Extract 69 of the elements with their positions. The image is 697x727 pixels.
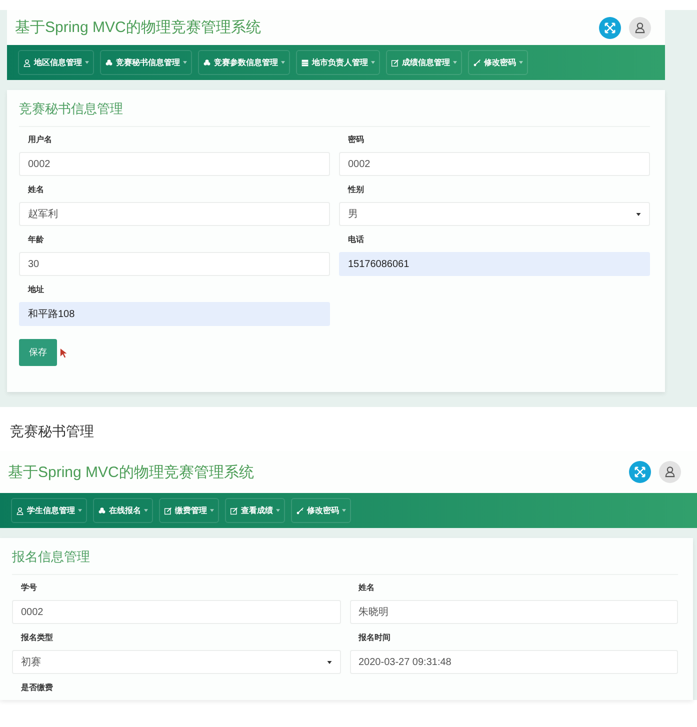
field-label: 密码 [347, 134, 365, 146]
nav-menu-button[interactable]: 成绩信息管理 [386, 50, 462, 75]
nav-menu-button[interactable]: 查看成绩 [225, 498, 285, 523]
flower-icon [105, 58, 113, 66]
nav-menu-button[interactable]: 地区信息管理 [18, 50, 94, 75]
select-field[interactable]: 初赛 [12, 650, 340, 674]
nav-menu-button[interactable]: 缴费管理 [159, 498, 219, 523]
select-field[interactable]: 男 [339, 202, 650, 226]
edit-icon [230, 506, 238, 514]
caret-icon [281, 61, 285, 64]
cursor-icon [59, 346, 68, 358]
input-field[interactable]: 和平路108 [19, 302, 330, 326]
caret-icon [78, 509, 82, 512]
card-title: 报名信息管理 [12, 548, 678, 575]
nav-menu-button[interactable]: 竞赛参数信息管理 [198, 50, 290, 75]
fullscreen-icon[interactable] [599, 16, 621, 38]
field-label: 学号 [20, 582, 38, 594]
field-label: 电话 [347, 234, 365, 246]
key-icon [473, 58, 481, 66]
edit-icon [164, 506, 172, 514]
user-icon[interactable] [629, 16, 651, 38]
table-icon [301, 58, 309, 66]
caret-icon [210, 509, 214, 512]
field-label: 报名类型 [20, 632, 54, 644]
caret-icon [453, 61, 457, 64]
nav-menu-button[interactable]: 在线报名 [93, 498, 153, 523]
nav-menu-button[interactable]: 修改密码 [291, 498, 351, 523]
caret-icon [519, 61, 523, 64]
app-title: 基于Spring MVC的物理竞赛管理系统 [8, 462, 254, 482]
user-icon [16, 506, 24, 514]
caret-icon [342, 509, 346, 512]
nav-menu-button[interactable]: 地市负责人管理 [296, 50, 380, 75]
nav-menu-button[interactable]: 修改密码 [468, 50, 528, 75]
input-field[interactable]: 0002 [19, 152, 330, 176]
field-label: 姓名 [26, 184, 45, 196]
field-label: 年龄 [27, 234, 45, 246]
input-field[interactable]: 赵军利 [19, 202, 330, 226]
key-icon [296, 506, 304, 514]
caret-icon [276, 509, 280, 512]
edit-icon [391, 58, 399, 66]
field-label: 性别 [346, 184, 365, 196]
flower-icon [98, 506, 106, 514]
field-label: 用户名 [27, 134, 53, 146]
caret-icon [85, 61, 89, 64]
nav-menu-button[interactable]: 竞赛秘书信息管理 [100, 50, 192, 75]
field-label: 报名时间 [357, 632, 392, 644]
user-icon[interactable] [659, 461, 681, 483]
caret-icon [183, 61, 187, 64]
flower-icon [203, 58, 211, 66]
caret-icon [636, 212, 641, 216]
card-title: 竞赛秘书信息管理 [19, 100, 650, 127]
input-field[interactable]: 30 [19, 252, 330, 276]
nav-menu-button[interactable]: 学生信息管理 [11, 498, 87, 523]
field-label: 是否缴费 [20, 682, 54, 694]
caret-icon [326, 660, 332, 664]
fullscreen-icon[interactable] [629, 461, 651, 483]
input-field[interactable]: 0002 [339, 152, 650, 176]
save-button[interactable]: 保存 [19, 339, 57, 366]
input-field[interactable]: 15176086061 [339, 252, 650, 276]
caret-icon [371, 61, 375, 64]
caret-icon [144, 509, 148, 512]
input-field[interactable]: 2020-03-27 09:31:48 [350, 650, 678, 674]
caption-text: 竞赛秘书管理 [9, 422, 95, 441]
field-label: 地址 [26, 284, 45, 296]
field-label: 姓名 [357, 582, 376, 594]
user-icon [23, 58, 31, 66]
input-field[interactable]: 朱晓明 [350, 600, 678, 624]
app-title: 基于Spring MVC的物理竞赛管理系统 [15, 18, 261, 37]
input-field[interactable]: 0002 [12, 600, 340, 624]
